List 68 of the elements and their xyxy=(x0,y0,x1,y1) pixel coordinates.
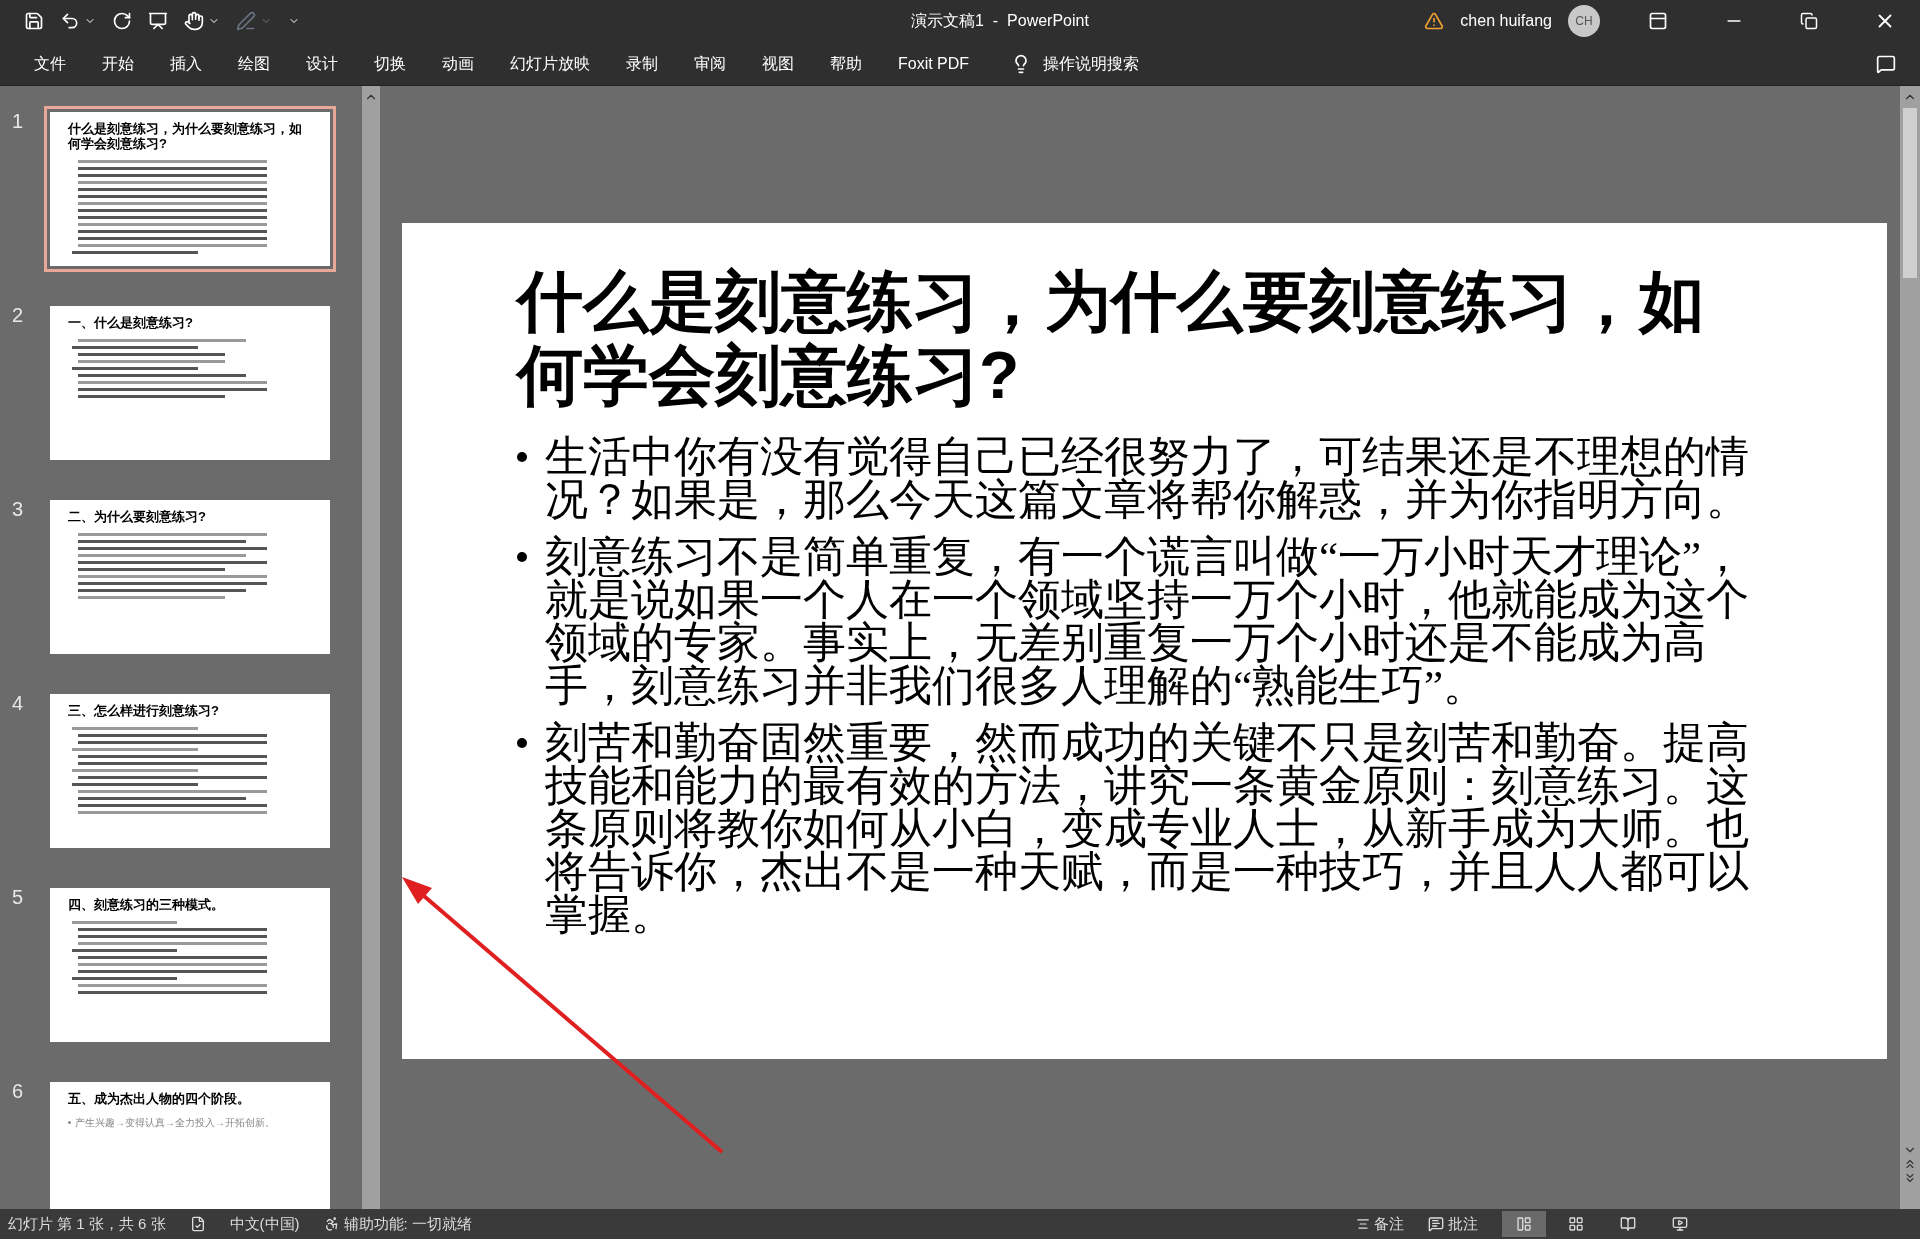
window-title: 演示文稿1 - PowerPoint xyxy=(911,11,1089,31)
bullet-icon xyxy=(68,1120,71,1124)
comments-button[interactable]: 批注 xyxy=(1448,1212,1478,1236)
ribbon-tab[interactable]: 视图 xyxy=(744,42,812,85)
pen-icon[interactable] xyxy=(236,11,256,31)
slide-number: 3 xyxy=(12,497,25,522)
comments-icon[interactable] xyxy=(1876,53,1896,74)
undo-icon[interactable] xyxy=(60,11,80,31)
reading-view-icon xyxy=(1620,1216,1636,1232)
ribbon-tab[interactable]: 动画 xyxy=(424,42,492,85)
notes-icon[interactable] xyxy=(1356,1217,1370,1231)
bullet-text: 生活中你有没有觉得自己已经很努力了，可结果还是不理想的情况？如果是，那么今天这篇文章将帮你解惑，并为你指明方向。 xyxy=(545,434,1750,521)
language-label[interactable]: 中文(中国) xyxy=(229,1212,300,1236)
thumbnail-scrollbar[interactable] xyxy=(362,86,380,1209)
ribbon-tab[interactable]: 审阅 xyxy=(676,42,744,85)
tell-me-search[interactable]: 操作说明搜索 xyxy=(1043,51,1140,76)
accessibility-icon[interactable] xyxy=(323,1216,340,1232)
presentation-icon[interactable] xyxy=(148,11,168,31)
thumbnail-title: 四、刻意练习的三种模式。 xyxy=(68,898,225,913)
bullet-text: 刻苦和勤奋固然重要，然而成功的关键不只是刻苦和勤奋。提高技能和能力的最有效的方法，讲究一条黄金原则：刻意练习。这条原则将教你如何从小白，变成专业人士，从新手成为大师。也将告诉你，杰出不是一种天赋，而是一种技巧，并且人人都可以掌握。 xyxy=(545,720,1750,936)
slide-number: 4 xyxy=(12,691,25,716)
bullet-text: 刻意练习不是简单重复，有一个谎言叫做“一万小时天才理论”，就是说如果一个人在一个领域坚持一万个小时，他就能成为这个领域的专家。事实上，无差别重复一万个小时还是不能成为高手，刻意练习并非我们很多人理解的“熟能生巧”。 xyxy=(545,534,1750,707)
comments-icon[interactable] xyxy=(1428,1216,1444,1232)
slide-thumbnail[interactable]: 什么是刻意练习，为什么要刻意练习，如何学会刻意练习? xyxy=(44,106,336,272)
slide-number: 6 xyxy=(12,1079,25,1104)
spell-check-icon[interactable] xyxy=(189,1216,206,1232)
ribbon-display-icon[interactable] xyxy=(1648,11,1668,31)
thumbnail-text: 产生兴趣→变得认真→全力投入→开拓创新。 xyxy=(75,1115,275,1130)
ribbon-tab[interactable]: 绘图 xyxy=(220,42,288,85)
notes-button[interactable]: 备注 xyxy=(1374,1212,1404,1236)
ribbon-tab[interactable]: 切换 xyxy=(356,42,424,85)
save-icon[interactable] xyxy=(24,11,44,31)
bullet-icon xyxy=(517,451,527,462)
bullet-icon xyxy=(517,737,527,748)
slide-number: 2 xyxy=(12,303,25,328)
ribbon-tab[interactable]: 设计 xyxy=(288,42,356,85)
ribbon-tab[interactable]: 插入 xyxy=(152,42,220,85)
hand-icon[interactable] xyxy=(184,11,204,31)
restore-icon[interactable] xyxy=(1800,12,1818,30)
slide-scrollbar[interactable] xyxy=(1900,86,1920,1209)
thumbnail-title: 三、怎么样进行刻意练习? xyxy=(68,704,220,719)
slideshow-view-icon xyxy=(1672,1216,1688,1232)
thumbnail-title: 二、为什么要刻意练习? xyxy=(68,510,207,525)
previous-slide-icon[interactable] xyxy=(1903,1157,1917,1171)
ribbon-tab[interactable]: 帮助 xyxy=(812,42,880,85)
user-avatar[interactable]: CH xyxy=(1568,5,1600,37)
slide-title: 什么是刻意练习，为什么要刻意练习，如何学会刻意练习? xyxy=(517,265,1706,413)
redo-icon[interactable] xyxy=(112,11,132,31)
ribbon-tab[interactable]: 开始 xyxy=(84,42,152,85)
warning-icon xyxy=(1424,11,1445,31)
thumbnail-title: 什么是刻意练习，为什么要刻意练习，如何学会刻意练习? xyxy=(68,122,303,152)
slide-count: 幻灯片 第 1 张，共 6 张 xyxy=(8,1213,166,1234)
sorter-view-icon xyxy=(1568,1216,1584,1232)
view-button[interactable] xyxy=(1502,1211,1546,1237)
thumbnail-title: 一、什么是刻意练习? xyxy=(68,316,194,331)
normal-view-icon xyxy=(1516,1216,1532,1232)
next-slide-icon[interactable] xyxy=(1903,1171,1917,1185)
slide-number: 5 xyxy=(12,885,25,910)
ribbon-tab[interactable]: 幻灯片放映 xyxy=(492,42,608,85)
ribbon-tab[interactable]: Foxit PDF xyxy=(880,42,988,85)
scroll-thumb[interactable] xyxy=(1903,108,1917,278)
thumbnail-title: 五、成为杰出人物的四个阶段。 xyxy=(68,1092,251,1107)
user-name: chen huifang xyxy=(1460,11,1552,31)
ribbon-tab[interactable]: 录制 xyxy=(608,42,676,85)
ribbon-tab[interactable]: 文件 xyxy=(16,42,84,85)
slide-number: 1 xyxy=(12,109,25,134)
bullet-icon xyxy=(517,551,527,562)
accessibility-status[interactable]: 辅助功能: 一切就绪 xyxy=(343,1212,472,1236)
